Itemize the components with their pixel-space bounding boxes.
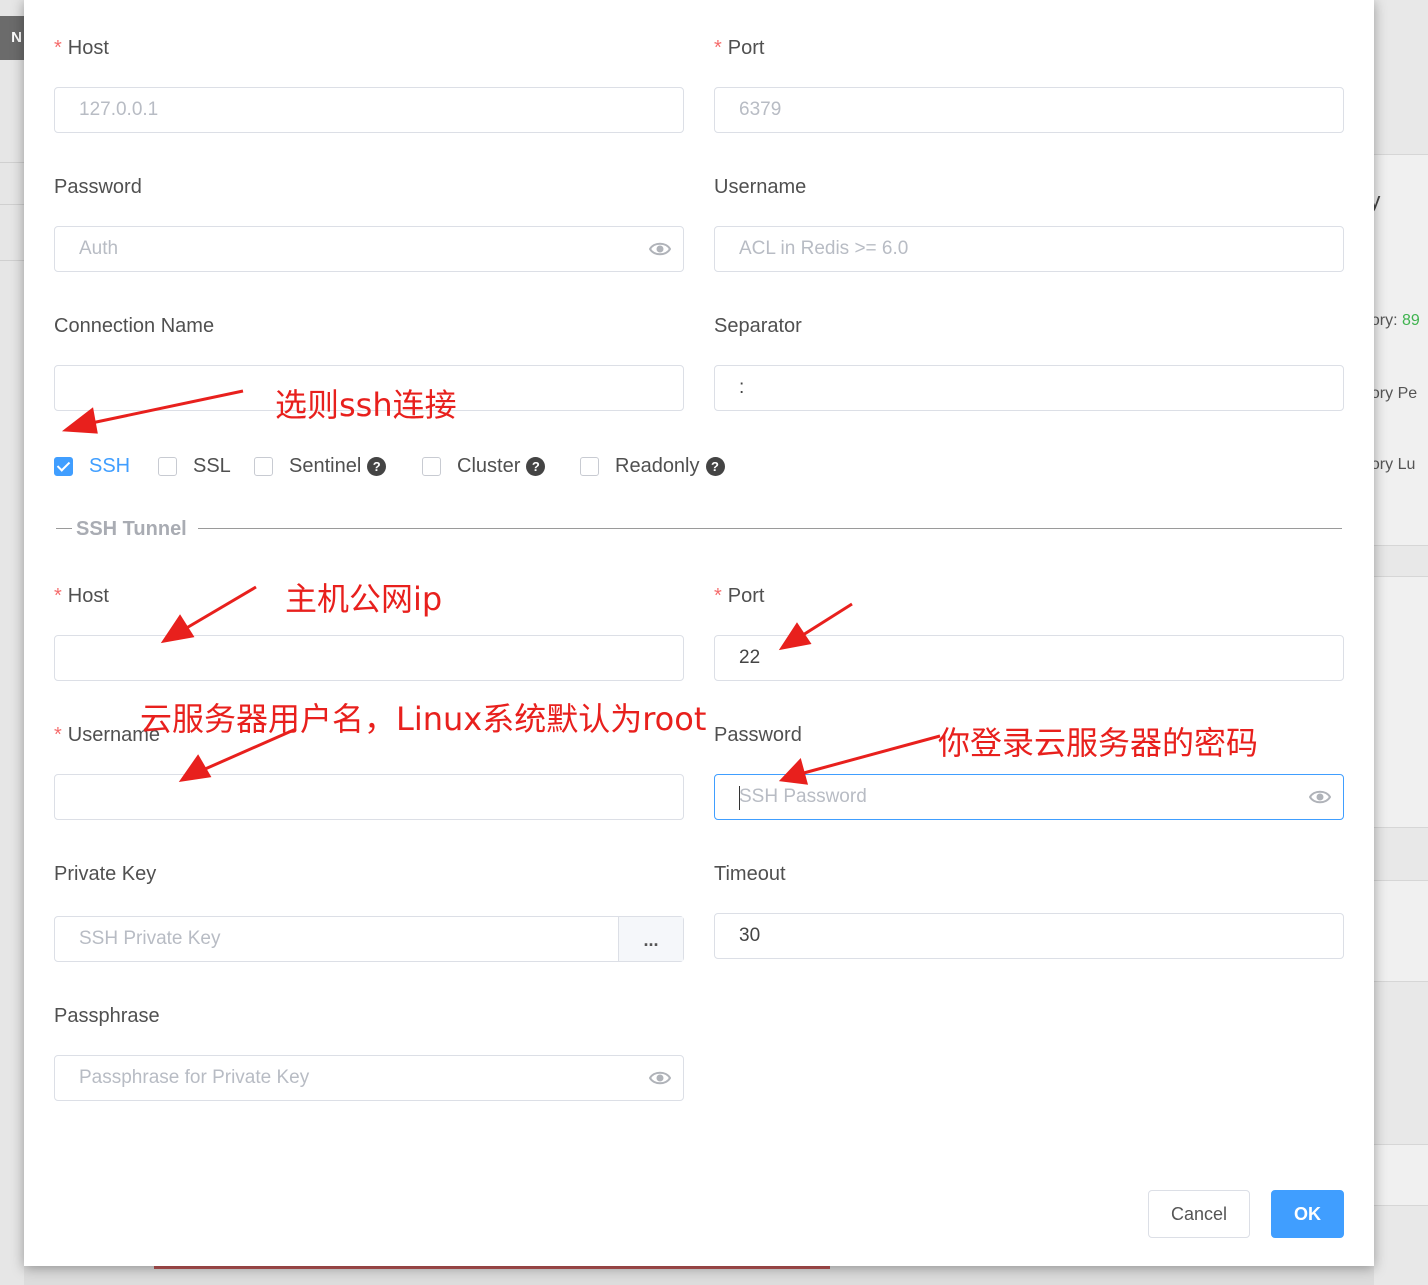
ssl-checkbox[interactable]: SSL bbox=[158, 452, 231, 480]
password-label: Password bbox=[54, 176, 142, 198]
browse-private-key-button[interactable]: ... bbox=[618, 917, 683, 961]
host-input[interactable] bbox=[55, 88, 683, 132]
host-label-text: Host bbox=[67, 37, 109, 59]
port-input[interactable] bbox=[715, 88, 1343, 132]
background-connection-chip: N bbox=[0, 16, 24, 60]
background-divider bbox=[0, 204, 24, 205]
ssh-host-label: * Host bbox=[54, 585, 109, 608]
sentinel-checkbox-label[interactable]: Sentinel bbox=[289, 455, 361, 478]
sentinel-checkbox[interactable]: Sentinel? bbox=[254, 452, 387, 480]
host-label: * Host bbox=[54, 37, 109, 60]
required-mark: * bbox=[714, 37, 722, 59]
help-icon[interactable]: ? bbox=[526, 456, 546, 476]
ssh-username-field[interactable] bbox=[54, 774, 684, 820]
annotation-select-ssh: 选则ssh连接 bbox=[275, 386, 457, 424]
ssl-checkbox-box[interactable] bbox=[158, 456, 177, 476]
ssh-password-input[interactable] bbox=[715, 775, 1343, 819]
username-label: Username bbox=[714, 176, 807, 198]
cluster-checkbox-box[interactable] bbox=[422, 456, 441, 476]
eye-icon[interactable] bbox=[1309, 788, 1331, 806]
ssh-checkbox-label[interactable]: SSH bbox=[89, 455, 130, 478]
background-bottom-bar bbox=[24, 1266, 1374, 1285]
annotation-password: 你登录云服务器的密码 bbox=[938, 724, 1259, 762]
required-mark: * bbox=[54, 37, 62, 59]
help-icon[interactable]: ? bbox=[367, 456, 387, 476]
background-info-card bbox=[1374, 154, 1428, 546]
cluster-checkbox[interactable]: Cluster? bbox=[422, 452, 546, 480]
ssh-host-input[interactable] bbox=[55, 636, 683, 680]
timeout-input[interactable] bbox=[715, 914, 1343, 958]
background-left-panel: N bbox=[0, 0, 24, 1285]
background-accent-line bbox=[154, 1266, 830, 1269]
annotation-host-ip: 主机公网ip bbox=[285, 580, 443, 618]
background-divider bbox=[0, 162, 24, 163]
connection-name-label: Connection Name bbox=[54, 315, 215, 337]
readonly-checkbox-box[interactable] bbox=[580, 456, 599, 476]
port-field[interactable] bbox=[714, 87, 1344, 133]
passphrase-label: Passphrase bbox=[54, 1005, 160, 1027]
background-info-card bbox=[1374, 1144, 1428, 1206]
eye-icon[interactable] bbox=[649, 1069, 671, 1087]
ssh-checkbox-box[interactable] bbox=[54, 456, 73, 476]
new-connection-dialog: *Host *Port Password Username Connection… bbox=[24, 0, 1374, 1266]
background-value: 89 bbox=[1402, 312, 1420, 329]
ssh-tunnel-section: SSH Tunnel bbox=[56, 518, 1342, 544]
cancel-button[interactable]: Cancel bbox=[1148, 1190, 1250, 1238]
background-right-panel: ry nory: 89 nory Pe nory Lu bbox=[1362, 0, 1428, 1285]
separator-label: Separator bbox=[714, 315, 802, 337]
ssh-password-label: Password bbox=[714, 724, 802, 746]
timeout-field[interactable] bbox=[714, 913, 1344, 959]
separator-field[interactable] bbox=[714, 365, 1344, 411]
help-icon[interactable]: ? bbox=[705, 456, 725, 476]
annotation-username: 云服务器用户名，Linux系统默认为root bbox=[140, 700, 707, 738]
port-label-text: Port bbox=[727, 37, 765, 59]
required-mark: * bbox=[714, 585, 722, 607]
passphrase-field[interactable] bbox=[54, 1055, 684, 1101]
ssh-port-input[interactable] bbox=[715, 636, 1343, 680]
background-info-card bbox=[1374, 576, 1428, 828]
separator-input[interactable] bbox=[715, 366, 1343, 410]
password-field[interactable] bbox=[54, 226, 684, 272]
passphrase-input[interactable] bbox=[55, 1056, 683, 1100]
text-cursor bbox=[739, 786, 740, 810]
password-input[interactable] bbox=[55, 227, 683, 271]
ssh-host-field[interactable] bbox=[54, 635, 684, 681]
ssh-host-label-text: Host bbox=[67, 585, 109, 607]
ssh-username-input[interactable] bbox=[55, 775, 683, 819]
username-field[interactable] bbox=[714, 226, 1344, 272]
eye-icon[interactable] bbox=[649, 240, 671, 258]
ssh-port-field[interactable] bbox=[714, 635, 1344, 681]
ssh-port-label: * Port bbox=[714, 585, 764, 608]
port-label: * Port bbox=[714, 37, 764, 60]
required-mark: * bbox=[54, 724, 62, 746]
private-key-label: Private Key bbox=[54, 863, 157, 885]
host-field[interactable] bbox=[54, 87, 684, 133]
readonly-checkbox[interactable]: Readonly? bbox=[580, 452, 725, 480]
private-key-input[interactable] bbox=[55, 917, 621, 961]
ssh-tunnel-title: SSH Tunnel bbox=[76, 518, 187, 540]
required-mark: * bbox=[54, 585, 62, 607]
ssl-checkbox-label[interactable]: SSL bbox=[193, 455, 231, 478]
private-key-field[interactable]: ... bbox=[54, 916, 684, 962]
ssh-password-field[interactable] bbox=[714, 774, 1344, 820]
divider-line bbox=[56, 528, 72, 529]
cluster-checkbox-label[interactable]: Cluster bbox=[457, 455, 520, 478]
ok-button[interactable]: OK bbox=[1271, 1190, 1344, 1238]
background-divider bbox=[0, 260, 24, 261]
background-info-card bbox=[1374, 880, 1428, 982]
ssh-port-label-text: Port bbox=[727, 585, 765, 607]
timeout-label: Timeout bbox=[714, 863, 786, 885]
divider-line bbox=[198, 528, 1342, 529]
username-input[interactable] bbox=[715, 227, 1343, 271]
ssh-checkbox[interactable]: SSH bbox=[54, 452, 130, 480]
sentinel-checkbox-box[interactable] bbox=[254, 456, 273, 476]
readonly-checkbox-label[interactable]: Readonly bbox=[615, 455, 700, 478]
